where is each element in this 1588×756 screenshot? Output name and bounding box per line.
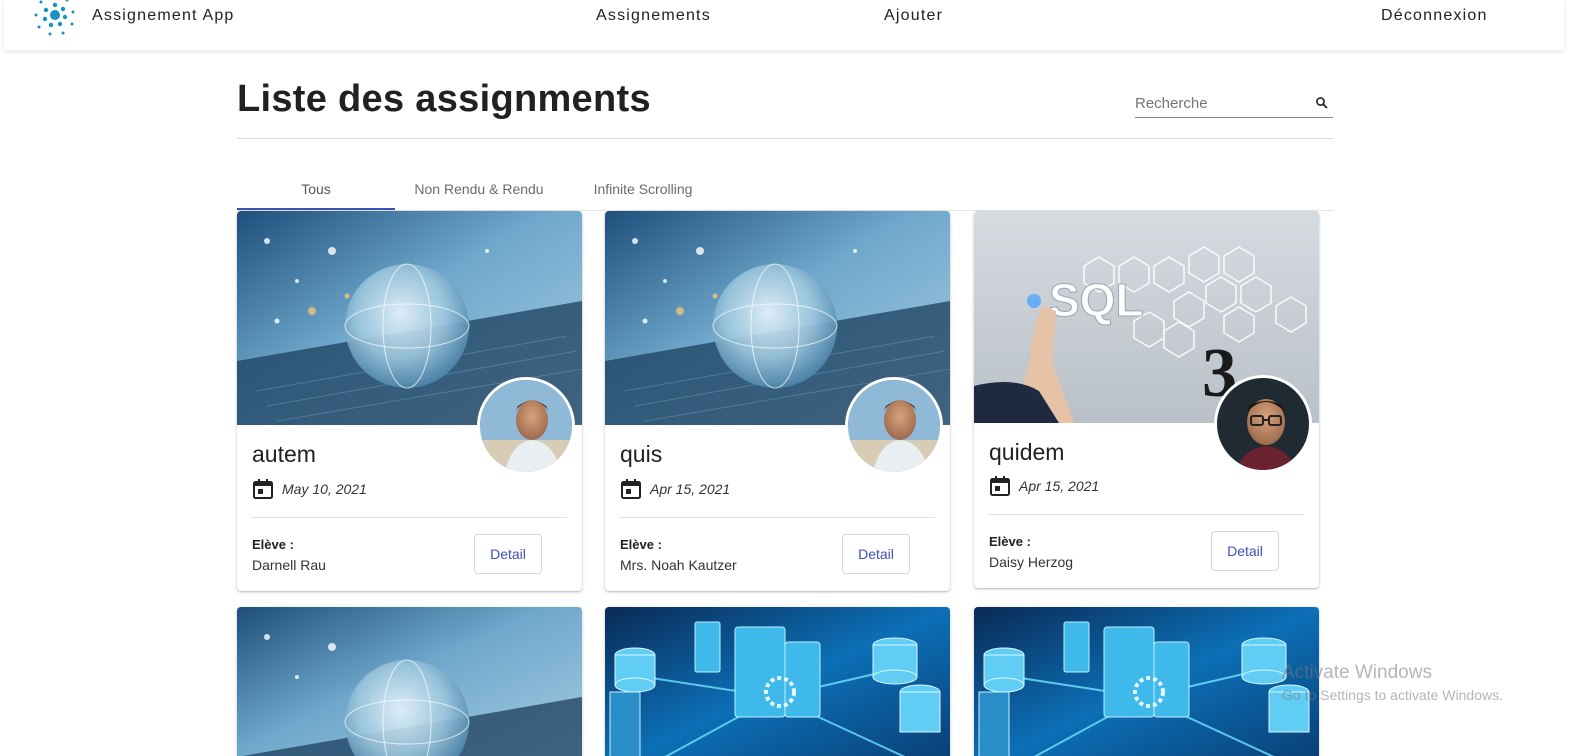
card-date: Apr 15, 2021 [1019, 478, 1100, 494]
page-scrollbar[interactable] [1568, 0, 1588, 756]
detail-button[interactable]: Detail [1211, 531, 1279, 571]
assignment-card: SQL 3 quidem Apr 15, 2021 Elève : Daisy … [974, 211, 1319, 588]
card-title: quis [620, 441, 663, 467]
globe-laptop-image [237, 607, 582, 756]
app-title: Assignement App [92, 7, 235, 24]
eleve-label: Elève : [989, 534, 1031, 549]
brand[interactable]: Assignement App [30, 0, 233, 40]
title-divider [237, 138, 1334, 139]
man-beach-avatar [845, 377, 943, 475]
card-date-row: Apr 15, 2021 [989, 475, 1099, 497]
nav-assignements-link[interactable]: Assignements [596, 7, 711, 25]
card-date: May 10, 2021 [282, 481, 367, 497]
top-navbar: Assignement App Assignements Ajouter Déc… [4, 0, 1564, 50]
active-tab-indicator [237, 208, 395, 210]
eleve-name: Daisy Herzog [989, 554, 1074, 570]
tab-tous[interactable]: Tous [237, 168, 395, 210]
eleve-name: Mrs. Noah Kautzer [620, 557, 737, 573]
eleve-label: Elève : [620, 537, 662, 552]
database-network-image [974, 607, 1319, 756]
tab-non-rendu-rendu[interactable]: Non Rendu & Rendu [405, 168, 553, 210]
man-glasses-avatar [1214, 375, 1312, 473]
man-beach-avatar [477, 377, 575, 475]
card-title: autem [252, 441, 316, 467]
card-divider [620, 517, 935, 518]
assignment-card [974, 607, 1319, 756]
card-divider [252, 517, 567, 518]
tab-infinite-scrolling[interactable]: Infinite Scrolling [583, 168, 703, 210]
card-date-row: May 10, 2021 [252, 478, 367, 500]
eleve-label: Elève : [252, 537, 294, 552]
page-title: Liste des assignments [237, 78, 651, 120]
assignment-card [237, 607, 582, 756]
nav-ajouter-link[interactable]: Ajouter [884, 7, 943, 25]
assignment-card [605, 607, 950, 756]
calendar-icon [990, 476, 1010, 496]
eleve-name: Darnell Rau [252, 557, 326, 573]
detail-button[interactable]: Detail [474, 534, 542, 574]
activation-watermark-title: Activate Windows [1282, 662, 1432, 683]
tab-bar: Tous Non Rendu & Rendu Infinite Scrollin… [237, 168, 1334, 211]
card-title: quidem [989, 439, 1065, 465]
card-divider [989, 514, 1304, 515]
calendar-icon [253, 479, 273, 499]
calendar-icon [621, 479, 641, 499]
nav-deconnexion-link[interactable]: Déconnexion [1381, 7, 1488, 25]
assignment-card: autem May 10, 2021 Elève : Darnell Rau D… [237, 211, 582, 591]
assignment-card: quis Apr 15, 2021 Elève : Mrs. Noah Kaut… [605, 211, 950, 591]
search-icon[interactable] [1315, 96, 1329, 110]
activation-watermark-subtitle: Go to Settings to activate Windows. [1282, 687, 1503, 703]
search-input[interactable] [1135, 92, 1305, 114]
app-logo-icon [34, 0, 75, 36]
card-date: Apr 15, 2021 [650, 481, 731, 497]
search-field[interactable] [1135, 90, 1333, 118]
database-network-image [605, 607, 950, 756]
card-date-row: Apr 15, 2021 [620, 478, 730, 500]
svg-text:SQL: SQL [1049, 274, 1144, 326]
detail-button[interactable]: Detail [842, 534, 910, 574]
